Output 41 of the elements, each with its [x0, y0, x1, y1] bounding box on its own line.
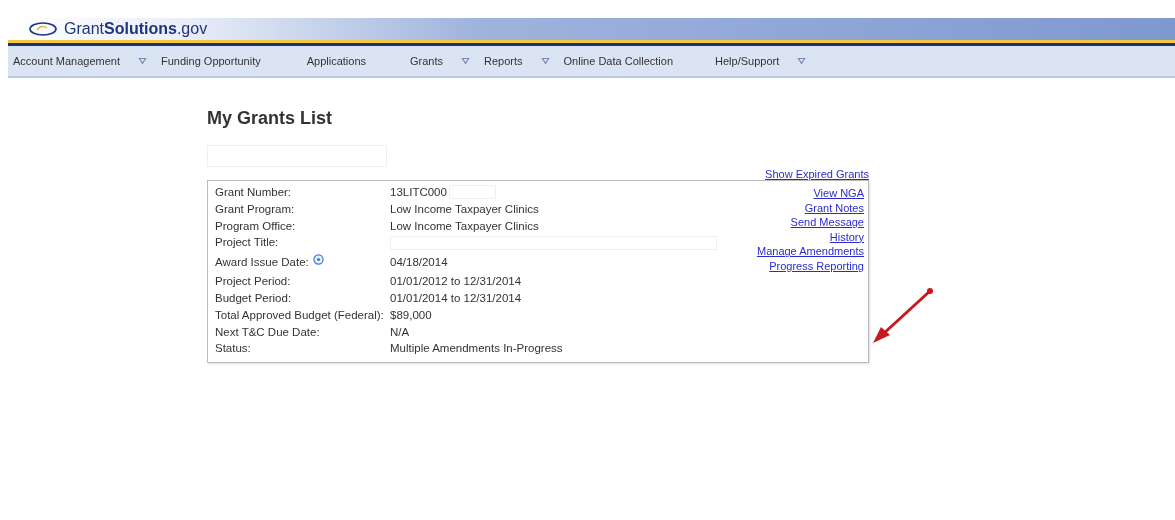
field-value: Low Income Taxpayer Clinics [390, 218, 539, 234]
field-label: Grant Number: [215, 185, 292, 200]
field-label: Award Issue Date: [215, 255, 309, 271]
field-value: 13LITC000 [390, 185, 447, 200]
logo-icon [28, 21, 58, 37]
nav-menu-item[interactable]: Grants [410, 55, 444, 67]
nav-menu-item[interactable]: Reports [484, 55, 523, 67]
page-title: My Grants List [207, 108, 334, 129]
field-label: Grant Program: [215, 201, 295, 217]
show-expired-link[interactable]: Show Expired Grants [765, 168, 869, 180]
nav-menu-item[interactable]: Online Data Collection [563, 55, 673, 67]
field-value: 01/01/2012 to 12/31/2014 [390, 274, 522, 290]
dropdown-caret-icon[interactable] [138, 58, 147, 64]
nav-menu-item[interactable]: Account Management [13, 55, 120, 67]
dropdown-caret-icon[interactable] [461, 58, 471, 64]
field-label: Status: [215, 341, 251, 357]
field-value: N/A [390, 324, 410, 340]
grant-action-link[interactable]: Grant Notes [804, 200, 864, 216]
grant-action-link[interactable]: Send Message [790, 215, 864, 230]
field-label: Program Office: [215, 218, 296, 234]
field-value: 01/01/2014 to 12/31/2014 [390, 291, 522, 306]
field-label: Project Title: [215, 235, 279, 251]
field-value: 04/18/2014 [390, 255, 448, 271]
field-value: Low Income Taxpayer Clinics [390, 201, 539, 217]
grant-action-link[interactable]: Manage Amendments [757, 244, 864, 259]
site-logo[interactable]: GrantSolutions.gov [64, 20, 208, 38]
field-label: Budget Period: [215, 291, 292, 306]
field-label: Next T&C Due Date: [215, 324, 320, 340]
field-value: Multiple Amendments In-Progress [390, 341, 563, 357]
grant-action-link[interactable]: History [829, 229, 864, 245]
field-value: $89,000 [390, 307, 432, 323]
field-label: Project Period: [215, 274, 291, 290]
help-icon[interactable] [312, 253, 324, 265]
grant-action-link[interactable]: Progress Reporting [769, 258, 864, 274]
nav-menu-item[interactable]: Applications [306, 55, 366, 67]
nav-menu-item[interactable]: Funding Opportunity [161, 55, 261, 67]
nav-menu-item[interactable]: Help/Support [715, 55, 780, 67]
grant-action-link[interactable]: View NGA [813, 186, 864, 201]
field-label: Total Approved Budget (Federal): [215, 307, 384, 323]
dropdown-caret-icon[interactable] [797, 58, 807, 64]
dropdown-caret-icon[interactable] [540, 58, 550, 64]
